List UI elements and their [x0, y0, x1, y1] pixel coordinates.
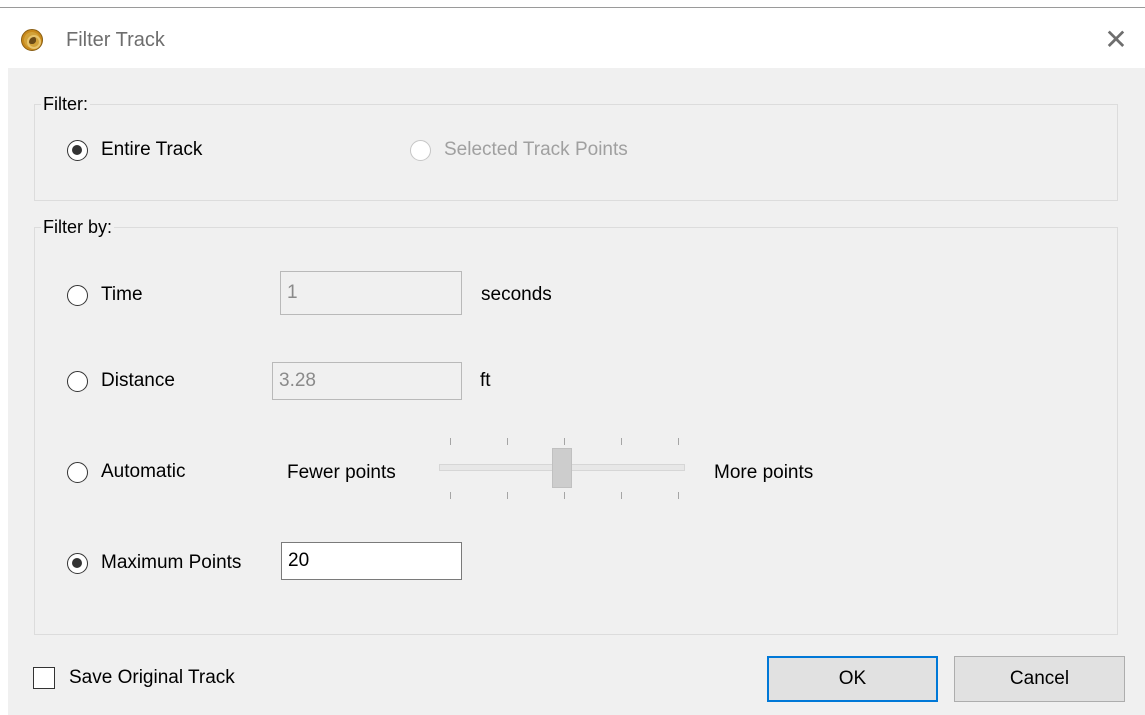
slider-tick [621, 438, 622, 445]
automatic-radio[interactable]: Automatic [67, 461, 185, 483]
distance-radio[interactable]: Distance [67, 370, 175, 392]
filter-by-group-legend: Filter by: [41, 217, 115, 237]
points-slider-thumb[interactable] [552, 448, 572, 488]
time-input[interactable]: 1 [280, 271, 462, 315]
selected-track-points-radio-indicator [410, 139, 431, 161]
ok-button[interactable]: OK [767, 656, 938, 702]
close-icon: ✕ [1104, 24, 1128, 55]
slider-tick [621, 492, 622, 499]
automatic-label: Automatic [101, 461, 186, 482]
entire-track-radio-indicator [67, 139, 88, 161]
maximum-points-label: Maximum Points [101, 552, 242, 573]
more-points-label: More points [714, 462, 814, 483]
background-window-strip [0, 0, 1145, 8]
maximum-points-input[interactable]: 20 [281, 542, 462, 580]
save-original-track-label: Save Original Track [69, 667, 235, 688]
selected-track-points-label: Selected Track Points [444, 139, 628, 160]
time-radio-indicator [67, 284, 88, 306]
distance-radio-indicator [67, 370, 88, 392]
slider-tick [564, 438, 565, 445]
cancel-button[interactable]: Cancel [954, 656, 1125, 702]
maximum-points-radio[interactable]: Maximum Points [67, 552, 241, 574]
fewer-points-label: Fewer points [287, 462, 396, 483]
title-bar: Filter Track ✕ [0, 8, 1145, 68]
maximum-points-radio-indicator [67, 552, 88, 574]
slider-tick [507, 492, 508, 499]
window-title: Filter Track [66, 29, 165, 51]
time-unit-label: seconds [481, 284, 552, 305]
slider-tick [678, 438, 679, 445]
slider-tick [450, 492, 451, 499]
slider-ticks-bottom [440, 492, 686, 504]
slider-tick [507, 438, 508, 445]
distance-unit-label: ft [480, 370, 491, 391]
automatic-radio-indicator [67, 461, 88, 483]
distance-input[interactable]: 3.28 [272, 362, 462, 400]
slider-tick [678, 492, 679, 499]
close-button[interactable]: ✕ [1098, 22, 1134, 58]
entire-track-radio[interactable]: Entire Track [67, 139, 202, 161]
app-logo-icon [21, 29, 43, 51]
entire-track-label: Entire Track [101, 139, 203, 160]
save-original-track-checkbox-box [33, 667, 55, 689]
save-original-track-checkbox[interactable]: Save Original Track [33, 667, 235, 689]
time-radio[interactable]: Time [67, 284, 143, 306]
time-label: Time [101, 284, 143, 305]
slider-tick [564, 492, 565, 499]
selected-track-points-radio[interactable]: Selected Track Points [410, 139, 628, 161]
filter-group-legend: Filter: [41, 94, 90, 114]
distance-label: Distance [101, 370, 175, 391]
slider-tick [450, 438, 451, 445]
